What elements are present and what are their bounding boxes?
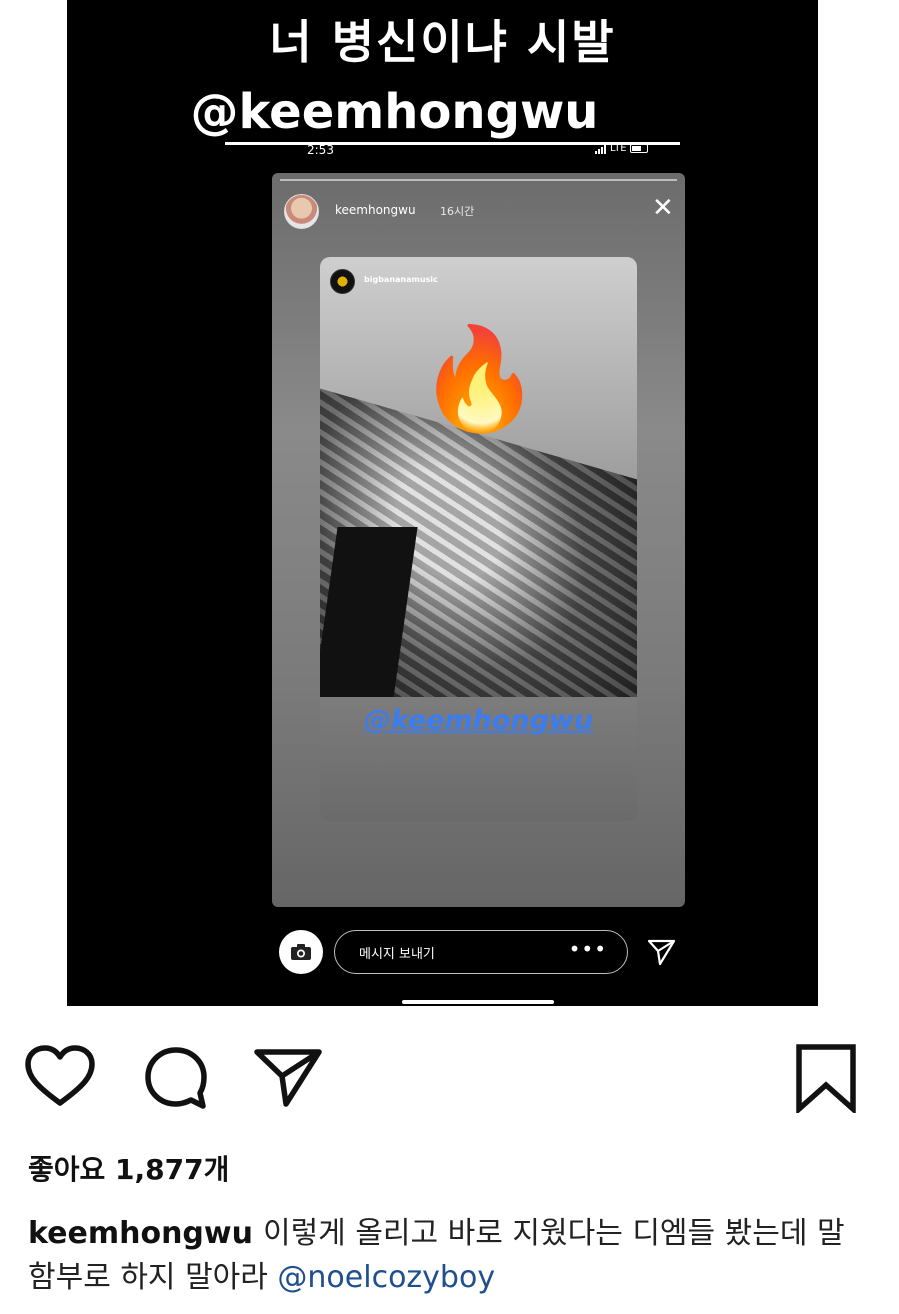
shared-post-mention[interactable]: @keemhongwu	[320, 705, 637, 736]
bookmark-icon	[796, 1044, 856, 1116]
post-image[interactable]: 너 병신이냐 시발 @keemhongwu 2:53 LTE keemhongw…	[67, 0, 818, 1006]
overlay-mention: @keemhongwu	[190, 84, 599, 140]
signal-icon	[595, 143, 607, 154]
message-placeholder: 메시지 보내기	[359, 947, 435, 962]
network-label: LTE	[610, 143, 627, 154]
share-button[interactable]	[253, 1046, 323, 1112]
post-action-bar	[0, 1040, 899, 1120]
close-icon[interactable]: ✕	[652, 195, 674, 221]
send-dm-button[interactable]	[647, 938, 677, 970]
home-indicator	[402, 1000, 554, 1004]
post-caption: keemhongwu 이렇게 올리고 바로 지웠다는 디엠들 봤는데 말 함부로 …	[28, 1212, 878, 1300]
likes-count[interactable]: 좋아요 1,877개	[28, 1148, 229, 1188]
battery-icon	[629, 144, 648, 153]
caption-username[interactable]: keemhongwu	[28, 1216, 253, 1251]
save-button[interactable]	[794, 1043, 858, 1117]
story-avatar[interactable]	[284, 194, 319, 229]
speech-bubble-icon	[145, 1047, 207, 1109]
more-options-icon[interactable]: •••	[569, 937, 607, 961]
paper-plane-icon	[647, 939, 676, 966]
like-button[interactable]	[24, 1045, 96, 1113]
shared-post-avatar[interactable]	[330, 269, 355, 294]
status-indicators: LTE	[595, 143, 648, 154]
camera-icon	[291, 944, 311, 960]
overlay-text: 너 병신이냐 시발	[269, 15, 616, 69]
heart-icon	[25, 1045, 95, 1106]
story-username[interactable]: keemhongwu	[335, 203, 416, 217]
story-time: 16시간	[440, 205, 475, 218]
camera-button[interactable]	[279, 930, 323, 974]
caption-mention[interactable]: @noelcozyboy	[277, 1260, 495, 1295]
story-viewer[interactable]: keemhongwu 16시간 ✕ bigbananamusic 🔥 @keem…	[272, 173, 685, 907]
shared-post-username[interactable]: bigbananamusic	[364, 275, 438, 284]
comment-button[interactable]	[142, 1045, 210, 1117]
message-input[interactable]: 메시지 보내기 •••	[334, 930, 628, 974]
paper-plane-icon	[254, 1049, 322, 1107]
status-time: 2:53	[307, 143, 334, 157]
story-reply-bar: 메시지 보내기 •••	[279, 930, 689, 976]
fire-icon: 🔥	[417, 320, 542, 437]
story-progress-bar	[280, 179, 677, 181]
shared-post[interactable]: bigbananamusic 🔥 @keemhongwu	[320, 257, 637, 821]
